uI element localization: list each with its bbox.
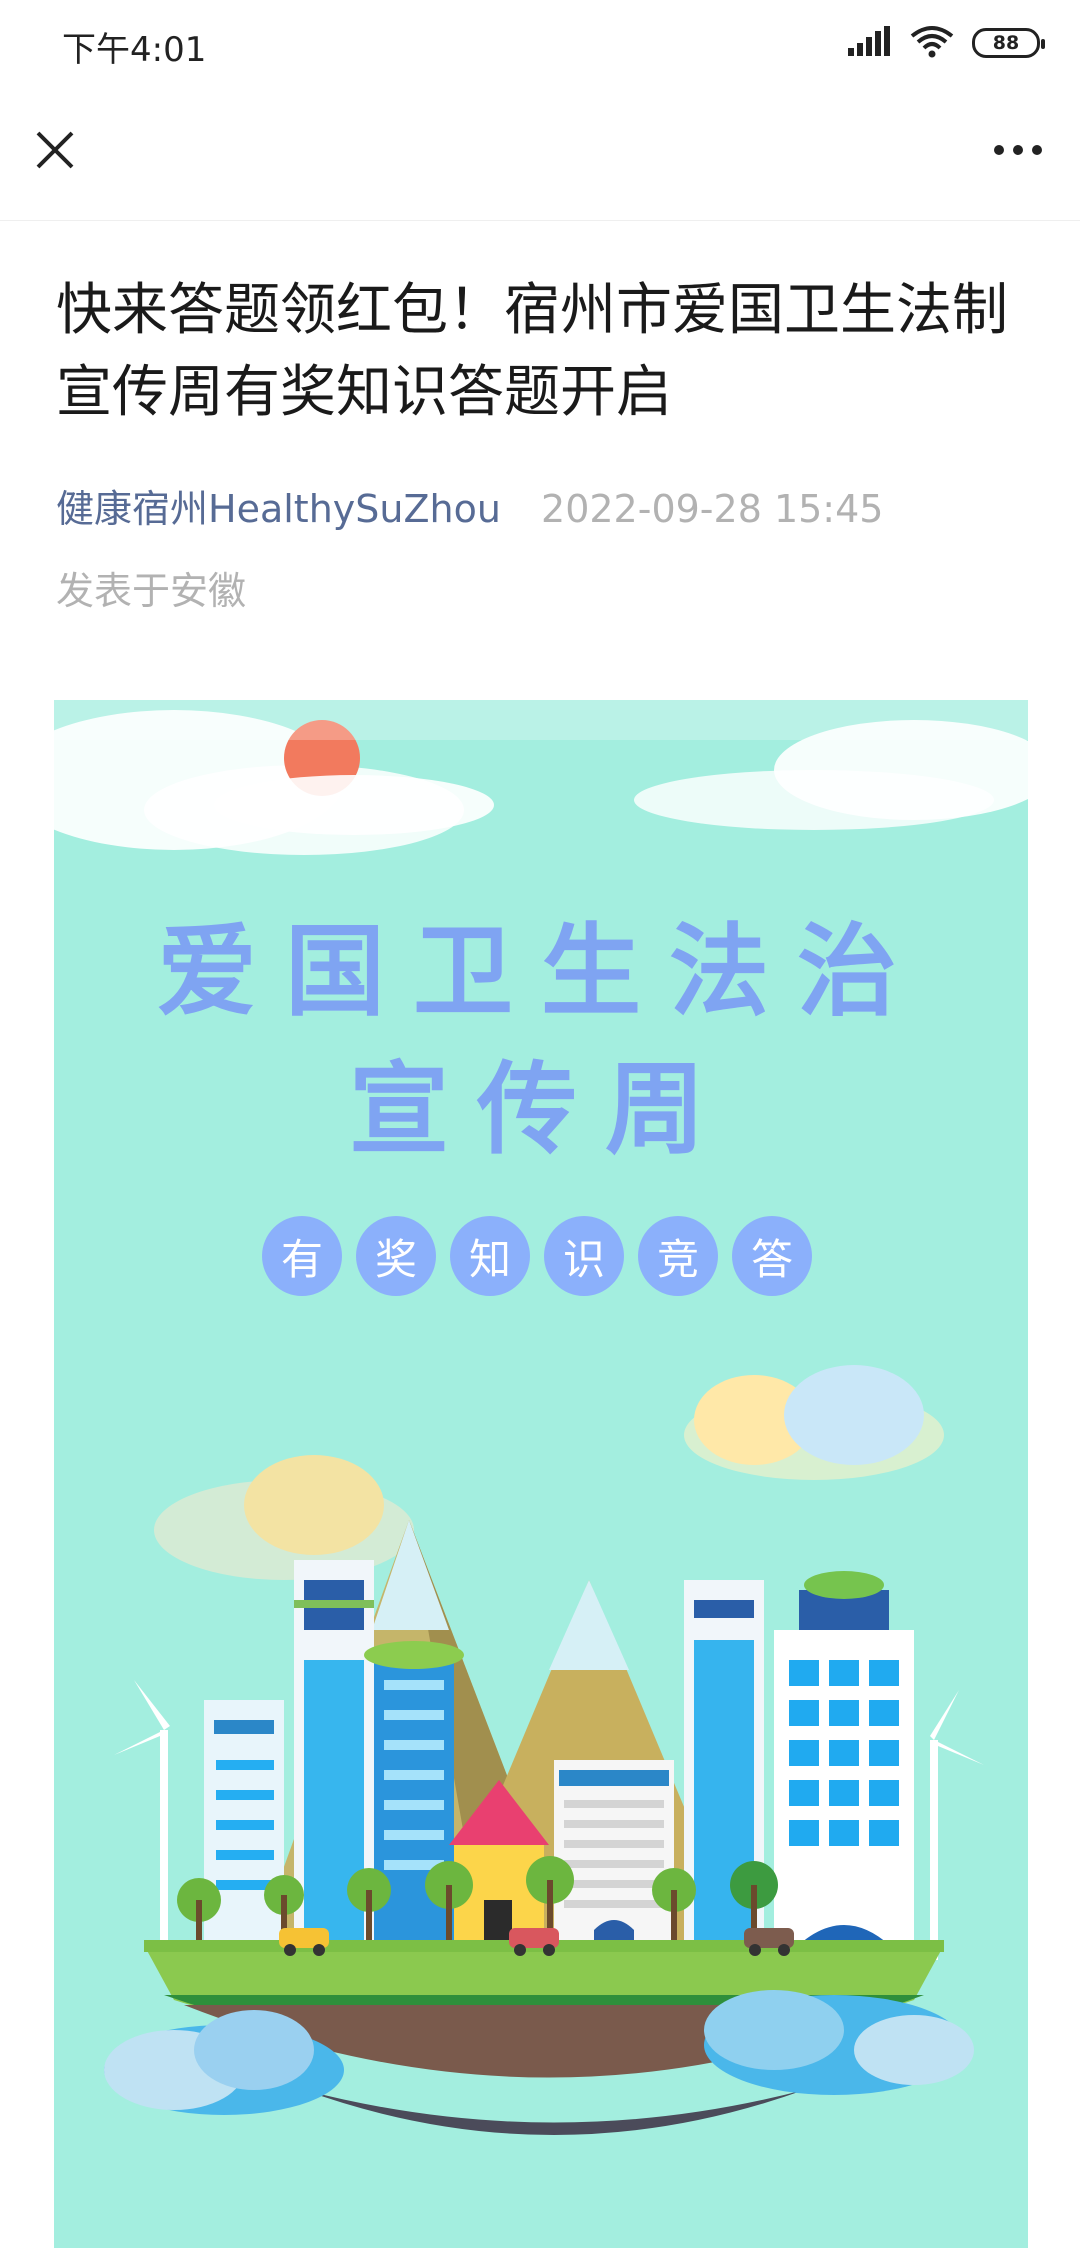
close-button[interactable] [30,125,80,175]
poster-chip: 知 [450,1216,530,1296]
signal-icon [848,26,892,60]
poster-chip: 有 [262,1216,342,1296]
nav-bar [0,90,1080,221]
poster-chip: 答 [732,1216,812,1296]
author-link[interactable]: 健康宿州HealthySuZhou [56,487,501,531]
more-icon-dot [1032,145,1042,155]
poster-title-line2: 宣传周 [349,1051,733,1168]
status-time: 下午4:01 [62,30,207,70]
more-button[interactable] [986,132,1050,168]
poster-title-line1: 爱国卫生法治 [157,913,925,1030]
battery-icon: 88 [972,28,1045,58]
article-meta: 健康宿州HealthySuZhou 2022-09-28 15:45 [56,478,883,533]
article-title: 快来答题领红包！宿州市爱国卫生法制宣传周有奖知识答题开启 [56,278,1008,425]
poster-chip: 竞 [638,1216,718,1296]
publish-location: 发表于安徽 [56,569,247,613]
article-poster-image[interactable]: 爱国卫生法治 宣传周 有 奖 知 识 竞 答 [54,700,1028,2248]
poster-chip: 奖 [356,1216,436,1296]
more-icon-dot [994,145,1004,155]
poster-chip-row: 有 奖 知 识 竞 答 [262,1216,812,1296]
more-icon-dot [1013,145,1023,155]
status-icons: 88 [848,24,1045,62]
wifi-icon [910,24,954,62]
publish-date: 2022-09-28 15:45 [541,487,884,531]
close-icon [36,131,74,169]
status-bar: 下午4:01 88 [0,0,1080,90]
poster-chip: 识 [544,1216,624,1296]
